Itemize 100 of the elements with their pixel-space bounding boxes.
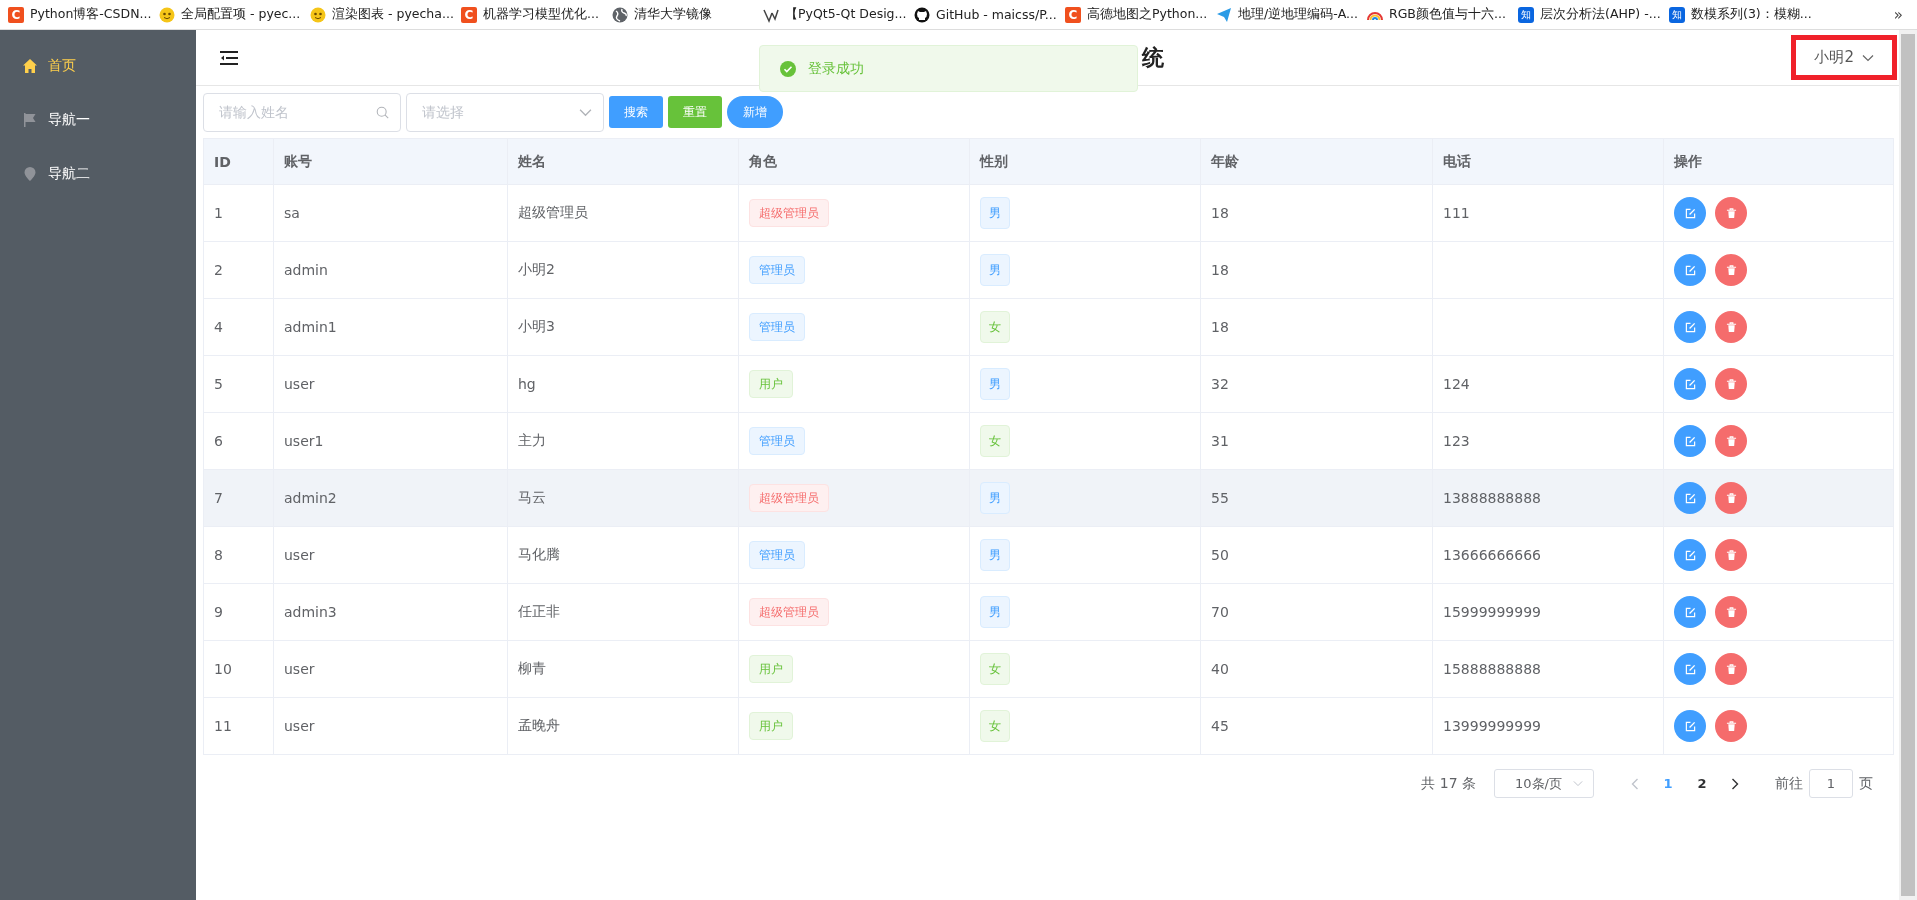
bookmark-logo-icon: 知 xyxy=(1518,6,1534,23)
bookmark-item[interactable]: C Python博客-CSDN... xyxy=(8,6,159,23)
role-tag: 管理员 xyxy=(749,256,805,284)
edit-button[interactable] xyxy=(1674,653,1706,685)
table-row[interactable]: 1 sa 超级管理员 超级管理员 男 18 111 xyxy=(204,185,1893,242)
phone-cell: 15999999999 xyxy=(1443,604,1541,620)
edit-button[interactable] xyxy=(1674,482,1706,514)
edit-icon xyxy=(1684,492,1696,504)
bookmark-logo-icon: 知 xyxy=(1669,6,1685,23)
phone-cell: 13999999999 xyxy=(1443,718,1541,734)
phone-cell: 124 xyxy=(1443,376,1470,392)
delete-button[interactable] xyxy=(1715,653,1747,685)
account-cell: sa xyxy=(284,205,300,221)
trash-icon xyxy=(1725,663,1737,675)
bookmark-item[interactable]: 【PyQt5-Qt Desig... xyxy=(763,6,914,23)
column-header: 年龄 xyxy=(1201,139,1433,184)
name-cell: 马云 xyxy=(518,489,546,507)
delete-button[interactable] xyxy=(1715,710,1747,742)
edit-button[interactable] xyxy=(1674,311,1706,343)
table-row[interactable]: 4 admin1 小明3 管理员 女 18 xyxy=(204,299,1893,356)
cat-icon xyxy=(914,6,930,23)
previous-page-icon[interactable] xyxy=(1631,777,1639,790)
role-tag: 用户 xyxy=(749,370,793,398)
age-cell: 45 xyxy=(1211,718,1229,734)
age-cell: 55 xyxy=(1211,490,1229,506)
page-jump-field[interactable]: 1 xyxy=(1809,769,1853,798)
user-menu[interactable]: 小明2 xyxy=(1814,48,1874,67)
bookmark-item[interactable]: 全局配置项 - pyec... xyxy=(159,6,310,23)
delete-button[interactable] xyxy=(1715,311,1747,343)
table-row[interactable]: 10 user 柳青 用户 女 40 15888888888 xyxy=(204,641,1893,698)
bookmark-item[interactable]: 清华大学镜像 xyxy=(612,6,763,23)
smiley-icon xyxy=(310,6,326,23)
table-row[interactable]: 8 user 马化腾 管理员 男 50 13666666666 xyxy=(204,527,1893,584)
page-suffix: 页 xyxy=(1859,774,1873,793)
bookmark-item[interactable]: 知 层次分析法(AHP) -... xyxy=(1518,6,1669,23)
name-cell: 主力 xyxy=(518,432,546,450)
delete-button[interactable] xyxy=(1715,197,1747,229)
age-cell: 31 xyxy=(1211,433,1229,449)
edit-button[interactable] xyxy=(1674,368,1706,400)
bookmark-item[interactable]: RGB颜色值与十六... xyxy=(1367,6,1518,23)
delete-button[interactable] xyxy=(1715,596,1747,628)
account-cell: user1 xyxy=(284,433,324,449)
sidebar-item[interactable]: 导航二 xyxy=(0,145,196,202)
scrollbar[interactable] xyxy=(1899,30,1917,900)
delete-button[interactable] xyxy=(1715,482,1747,514)
globe-icon xyxy=(612,6,628,23)
more-bookmarks-button[interactable]: » xyxy=(1893,5,1903,24)
sidebar-item[interactable]: 导航一 xyxy=(0,91,196,148)
table-row[interactable]: 11 user 孟晚舟 用户 女 45 13999999999 xyxy=(204,698,1893,755)
delete-button[interactable] xyxy=(1715,254,1747,286)
bookmark-item[interactable]: 渲染图表 - pyecha... xyxy=(310,6,461,23)
gender-tag: 女 xyxy=(980,710,1010,742)
bookmark-item[interactable]: C 高德地图之Python... xyxy=(1065,6,1216,23)
name-cell: 任正非 xyxy=(518,603,560,621)
paper-plane-icon xyxy=(1216,6,1232,23)
id-cell: 7 xyxy=(214,490,223,506)
bookmark-item[interactable]: C 机器学习模型优化... xyxy=(461,6,612,23)
age-cell: 18 xyxy=(1211,262,1229,278)
edit-button[interactable] xyxy=(1674,425,1706,457)
role-tag: 管理员 xyxy=(749,541,805,569)
bookmark-item[interactable]: 知 数模系列(3)：模糊... xyxy=(1669,6,1820,23)
account-cell: user xyxy=(284,376,315,392)
name-search-field[interactable]: 请输入姓名 xyxy=(203,92,401,132)
bookmark-item[interactable]: 地理/逆地理编码-A... xyxy=(1216,6,1367,23)
gender-tag: 男 xyxy=(980,539,1010,571)
menu-icon[interactable] xyxy=(220,50,238,65)
location-pin-icon xyxy=(22,165,38,182)
sidebar-item[interactable]: 首页 xyxy=(0,37,196,94)
jump-label: 前往 xyxy=(1775,774,1803,793)
phone-cell: 13888888888 xyxy=(1443,490,1541,506)
edit-button[interactable] xyxy=(1674,254,1706,286)
bookmark-item[interactable]: GitHub - maicss/P... xyxy=(914,6,1065,23)
bookmark-logo-icon: C xyxy=(461,6,477,23)
edit-button[interactable] xyxy=(1674,197,1706,229)
gender-tag: 男 xyxy=(980,197,1010,229)
table-row[interactable]: 9 admin3 任正非 超级管理员 男 70 15999999999 xyxy=(204,584,1893,641)
page-number[interactable]: 2 xyxy=(1690,776,1714,791)
role-select[interactable]: 请选择 xyxy=(406,92,604,132)
age-cell: 70 xyxy=(1211,604,1229,620)
name-cell: 小明3 xyxy=(518,318,555,336)
age-cell: 18 xyxy=(1211,205,1229,221)
delete-button[interactable] xyxy=(1715,539,1747,571)
table-row[interactable]: 7 admin2 马云 超级管理员 男 55 13888888888 xyxy=(204,470,1893,527)
trash-icon xyxy=(1725,606,1737,618)
edit-button[interactable] xyxy=(1674,539,1706,571)
delete-button[interactable] xyxy=(1715,425,1747,457)
page-size-select[interactable]: 10条/页 xyxy=(1494,769,1594,798)
edit-button[interactable] xyxy=(1674,710,1706,742)
id-cell: 2 xyxy=(214,262,223,278)
table-row[interactable]: 5 user hg 用户 男 32 124 xyxy=(204,356,1893,413)
edit-icon xyxy=(1684,549,1696,561)
edit-button[interactable] xyxy=(1674,596,1706,628)
name-cell: 孟晚舟 xyxy=(518,717,560,735)
bookmark-logo-icon: C xyxy=(8,6,24,23)
next-page-icon[interactable] xyxy=(1731,777,1739,790)
delete-button[interactable] xyxy=(1715,368,1747,400)
account-cell: user xyxy=(284,547,315,563)
search-icon xyxy=(376,105,389,119)
table-row[interactable]: 2 admin 小明2 管理员 男 18 xyxy=(204,242,1893,299)
name-cell: hg xyxy=(518,376,536,392)
